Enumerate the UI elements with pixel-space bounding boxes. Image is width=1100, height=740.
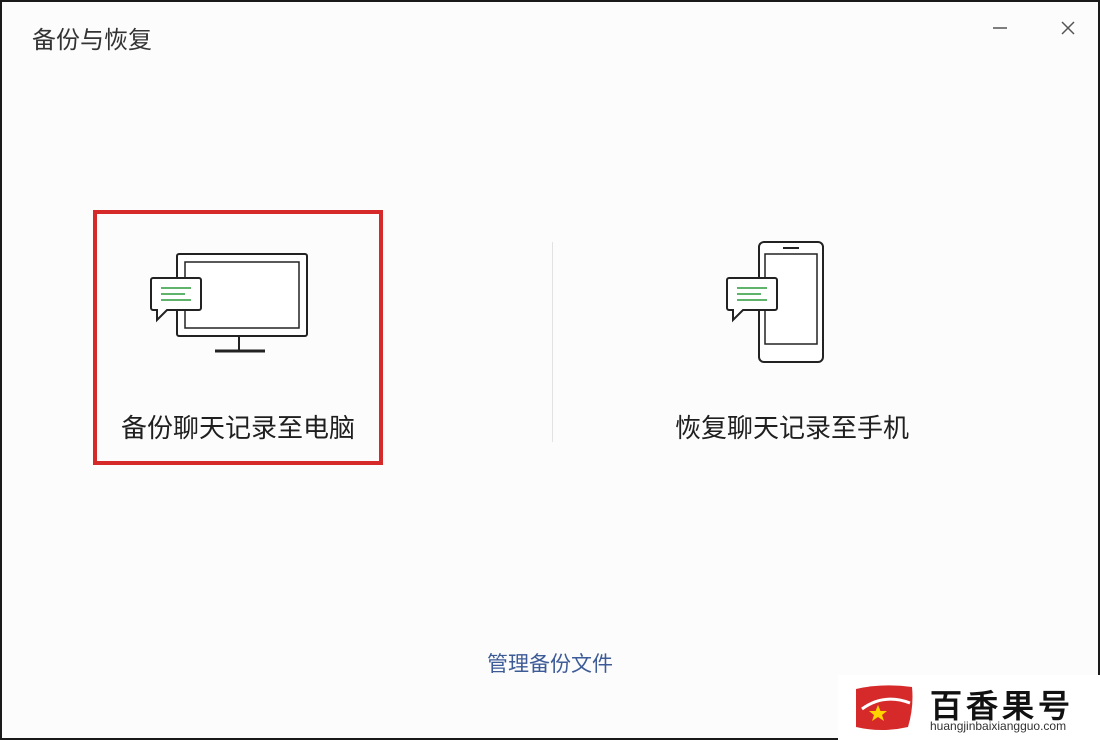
manage-backup-files-link[interactable]: 管理备份文件 — [2, 648, 1098, 678]
backup-restore-window: 备份与恢复 备份聊天记录至电脑 恢复聊天记录至手机 管理备份文件 — [0, 0, 1100, 740]
restore-to-phone-option[interactable]: 恢复聊天记录至手机 — [647, 210, 937, 465]
backup-to-pc-label: 备份聊天记录至电脑 — [120, 414, 355, 444]
option-divider — [552, 242, 553, 442]
backup-to-pc-option[interactable]: 备份聊天记录至电脑 — [93, 210, 383, 465]
close-button[interactable] — [1054, 14, 1082, 42]
minimize-icon — [993, 27, 1007, 29]
monitor-chat-icon — [150, 253, 308, 353]
close-icon — [1061, 21, 1075, 35]
window-title: 备份与恢复 — [32, 26, 152, 54]
watermark: 百香果号 huangjinbaixiangguo.com — [838, 675, 1100, 740]
phone-chat-icon — [726, 241, 824, 363]
brand-logo-icon — [856, 685, 913, 730]
restore-to-phone-label: 恢复聊天记录至手机 — [674, 414, 909, 444]
watermark-domain: huangjinbaixiangguo.com — [930, 719, 1067, 733]
minimize-button[interactable] — [986, 14, 1014, 42]
